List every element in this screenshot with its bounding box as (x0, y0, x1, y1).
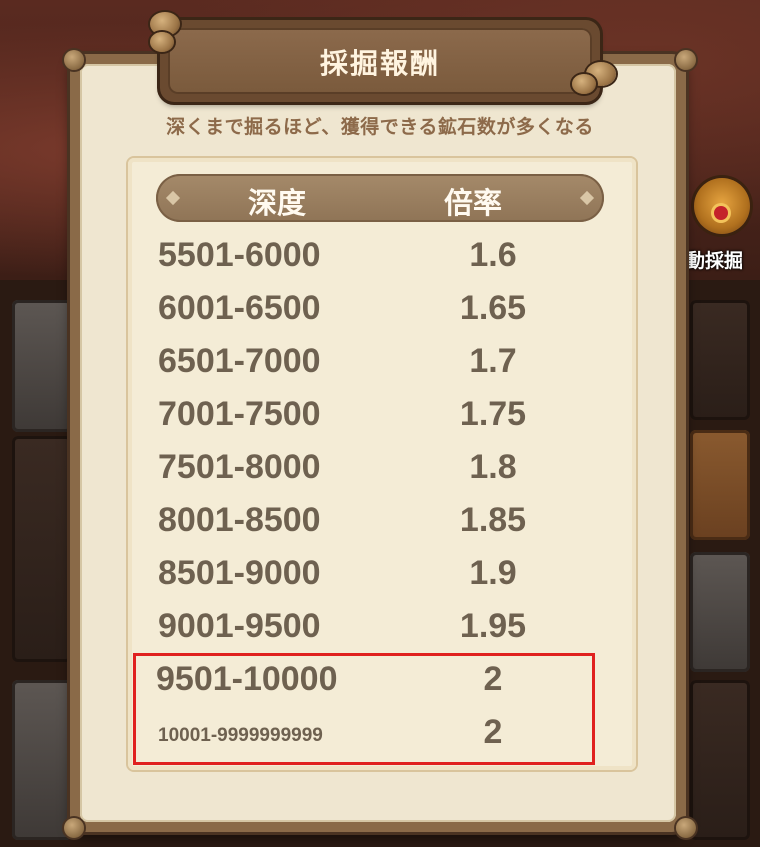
corner-knob (64, 818, 84, 838)
header-ornament-icon (579, 190, 595, 206)
auto-dig-icon (694, 178, 750, 234)
row-rate: 1.85 (459, 501, 527, 539)
row-depth: 7501-8000 (158, 448, 321, 486)
table-row: 7501-8000 1.8 (0, 448, 760, 500)
table-row: 7001-7500 1.75 (0, 395, 760, 447)
corner-knob (676, 818, 696, 838)
table-row: 6501-7000 1.7 (0, 342, 760, 394)
row-rate: 1.7 (469, 342, 517, 380)
row-rate: 1.9 (469, 554, 517, 592)
row-rate: 1.75 (459, 395, 527, 433)
row-rate: 1.65 (459, 289, 527, 327)
title-plate: 採掘報酬 (160, 20, 600, 102)
table-row: 6001-6500 1.65 (0, 289, 760, 341)
table-row: 8001-8500 1.85 (0, 501, 760, 553)
corner-knob (64, 50, 84, 70)
row-depth: 7001-7500 (158, 395, 321, 433)
corner-knob (676, 50, 696, 70)
row-depth: 6501-7000 (158, 342, 321, 380)
highlight-annotation (133, 653, 595, 765)
table-row: 5501-6000 1.6 (0, 236, 760, 288)
header-rate: 倍率 (444, 186, 503, 220)
table-row: 9001-9500 1.95 (0, 607, 760, 659)
row-depth: 8001-8500 (158, 501, 321, 539)
table-header (156, 174, 604, 222)
row-depth: 5501-6000 (158, 236, 321, 274)
row-rate: 1.95 (459, 607, 527, 645)
dialog-title: 採掘報酬 (319, 47, 440, 80)
rope-knot-icon (150, 32, 174, 52)
rope-knot-icon (572, 74, 596, 94)
row-depth: 8501-9000 (158, 554, 321, 592)
row-rate: 1.8 (469, 448, 517, 486)
table-row: 8501-9000 1.9 (0, 554, 760, 606)
row-depth: 6001-6500 (158, 289, 321, 327)
row-depth: 9001-9500 (158, 607, 321, 645)
header-depth: 深度 (248, 186, 307, 220)
dialog-subtitle: 深くまで掘るほど、獲得できる鉱石数が多くなる (166, 116, 594, 138)
row-rate: 1.6 (469, 236, 517, 274)
header-ornament-icon (165, 190, 181, 206)
